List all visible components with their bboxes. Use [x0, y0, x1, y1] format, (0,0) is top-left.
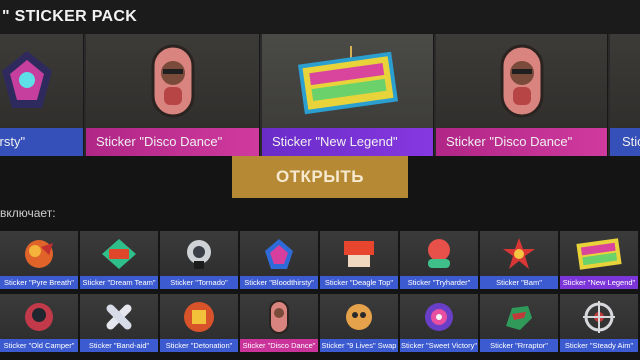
sticker-card[interactable]: Sticker "Old Camper" [0, 294, 78, 352]
sticker-card[interactable]: Sticker "Detonation" [160, 294, 238, 352]
carousel-item: Sticker "Disco Dance" [436, 34, 608, 156]
sticker-card[interactable]: Sticker "Pyre Breath" [0, 231, 78, 289]
carousel-item-label: Sticker "New Legend" [262, 128, 433, 156]
open-button[interactable]: ОТКРЫТЬ [232, 156, 408, 198]
sticker-card-label: Sticker "Deagle Top" [320, 276, 398, 289]
disco-dance-icon [240, 296, 318, 338]
bloodthirsty-icon [240, 233, 318, 275]
dream-team-icon [80, 233, 158, 275]
sticker-card-label: Sticker "9 Lives" Swap [320, 339, 398, 352]
includes-label: включает: [0, 206, 56, 220]
sticker-card[interactable]: Sticker "Rrraptor" [480, 294, 558, 352]
sticker-grid: Sticker "Pyre Breath" Sticker "Dream Tea… [0, 231, 640, 360]
carousel-item: Stic [610, 34, 640, 156]
sticker-card[interactable]: Sticker "Disco Dance" [240, 294, 318, 352]
sticker-card-label: Sticker "Tryharder" [400, 276, 478, 289]
sticker-card-label: Sticker "Sweet Victory" [400, 339, 478, 352]
sticker-card[interactable]: Sticker "Band-aid" [80, 294, 158, 352]
nine-lives-icon [320, 296, 398, 338]
sticker-card-label: Sticker "Pyre Breath" [0, 276, 78, 289]
disco-dance-sticker-icon [86, 34, 259, 128]
carousel-item-label: Sticker "Disco Dance" [86, 128, 259, 156]
sticker-card[interactable]: Sticker "Bam" [480, 231, 558, 289]
sticker-card[interactable]: Sticker "Tryharder" [400, 231, 478, 289]
deagle-top-icon [320, 233, 398, 275]
top-bar: " STICKER PACK [0, 0, 640, 34]
new-legend-sticker-icon [262, 34, 433, 128]
new-legend-icon [560, 233, 638, 275]
roulette-carousel: llthirsty" Sticker "Disco Dance" Sticker… [0, 34, 640, 156]
carousel-item-selected: Sticker "New Legend" [262, 34, 434, 156]
sticker-card[interactable]: Sticker "Bloodthirsty" [240, 231, 318, 289]
tornado-icon [160, 233, 238, 275]
sticker-card-label: Sticker "Disco Dance" [240, 339, 318, 352]
sticker-card-label: Sticker "Tornado" [160, 276, 238, 289]
sticker-card-label: Sticker "Old Camper" [0, 339, 78, 352]
band-aid-icon [80, 296, 158, 338]
sticker-card-label: Sticker "Detonation" [160, 339, 238, 352]
sticker-icon [610, 34, 640, 128]
carousel-item: llthirsty" [0, 34, 84, 156]
sticker-card-label: Sticker "New Legend" [560, 276, 638, 289]
sticker-card[interactable]: Sticker "Dream Team" [80, 231, 158, 289]
detonation-icon [160, 296, 238, 338]
sticker-card-label: Sticker "Bam" [480, 276, 558, 289]
page-title: " STICKER PACK [2, 8, 138, 25]
bam-icon [480, 233, 558, 275]
sticker-card-label: Sticker "Rrraptor" [480, 339, 558, 352]
sticker-card[interactable]: Sticker "New Legend" [560, 231, 638, 289]
sticker-card-label: Sticker "Steady Aim" [560, 339, 638, 352]
sticker-card[interactable]: Sticker "9 Lives" Swap [320, 294, 398, 352]
sweet-victory-icon [400, 296, 478, 338]
bloodthirsty-sticker-icon [0, 34, 83, 128]
sticker-card[interactable]: Sticker "Steady Aim" [560, 294, 638, 352]
pyre-breath-icon [0, 233, 78, 275]
sticker-card[interactable]: Sticker "Tornado" [160, 231, 238, 289]
steady-aim-icon [560, 296, 638, 338]
old-camper-icon [0, 296, 78, 338]
sticker-card-label: Sticker "Bloodthirsty" [240, 276, 318, 289]
carousel-item-label: Stic [610, 128, 640, 156]
sticker-card[interactable]: Sticker "Sweet Victory" [400, 294, 478, 352]
tryharder-icon [400, 233, 478, 275]
rrraptor-icon [480, 296, 558, 338]
carousel-item: Sticker "Disco Dance" [86, 34, 260, 156]
sticker-card[interactable]: Sticker "Deagle Top" [320, 231, 398, 289]
disco-dance-sticker-icon [436, 34, 607, 128]
sticker-card-label: Sticker "Dream Team" [80, 276, 158, 289]
carousel-item-label: llthirsty" [0, 128, 83, 156]
sticker-card-label: Sticker "Band-aid" [80, 339, 158, 352]
carousel-item-label: Sticker "Disco Dance" [436, 128, 607, 156]
